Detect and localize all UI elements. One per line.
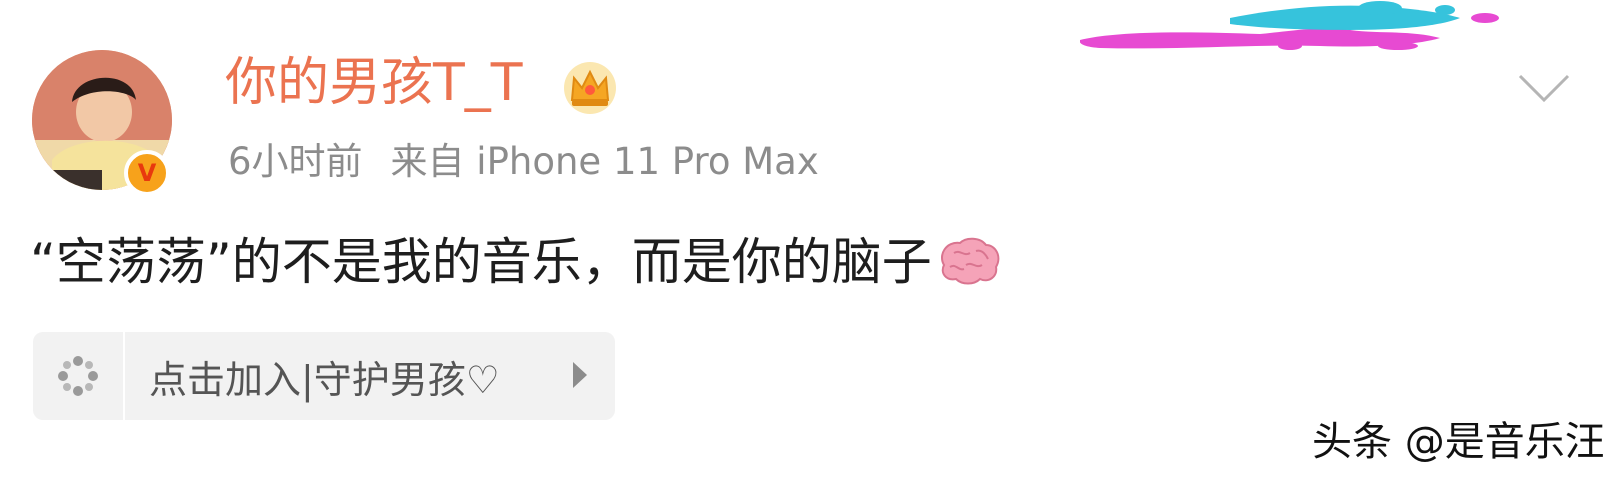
arrow-right-icon	[573, 362, 587, 388]
post-time: 6小时前	[228, 140, 363, 183]
super-topic-bar[interactable]: 点击加入|守护男孩♡	[33, 332, 615, 420]
paint-splash-decoration	[1080, 1, 1499, 50]
super-topic-icon-box	[33, 332, 125, 420]
post-body: “空荡荡”的不是我的音乐，而是你的脑子	[30, 232, 1000, 292]
super-topic-icon	[58, 356, 98, 396]
super-topic-label: 点击加入|守护男孩♡	[149, 357, 500, 402]
post-source: 来自 iPhone 11 Pro Max	[390, 140, 819, 183]
verified-v-badge: V	[124, 150, 170, 196]
post-text: “空荡荡”的不是我的音乐，而是你的脑子	[30, 233, 932, 291]
post-meta: 6小时前 来自 iPhone 11 Pro Max	[228, 140, 819, 184]
crown-icon[interactable]	[562, 60, 618, 116]
brain-emoji	[940, 237, 1000, 285]
chevron-down-icon[interactable]	[1516, 70, 1572, 106]
username[interactable]: 你的男孩T_T	[225, 53, 523, 114]
avatar[interactable]: V	[32, 50, 182, 200]
watermark: 头条 @是音乐汪	[1312, 419, 1605, 465]
